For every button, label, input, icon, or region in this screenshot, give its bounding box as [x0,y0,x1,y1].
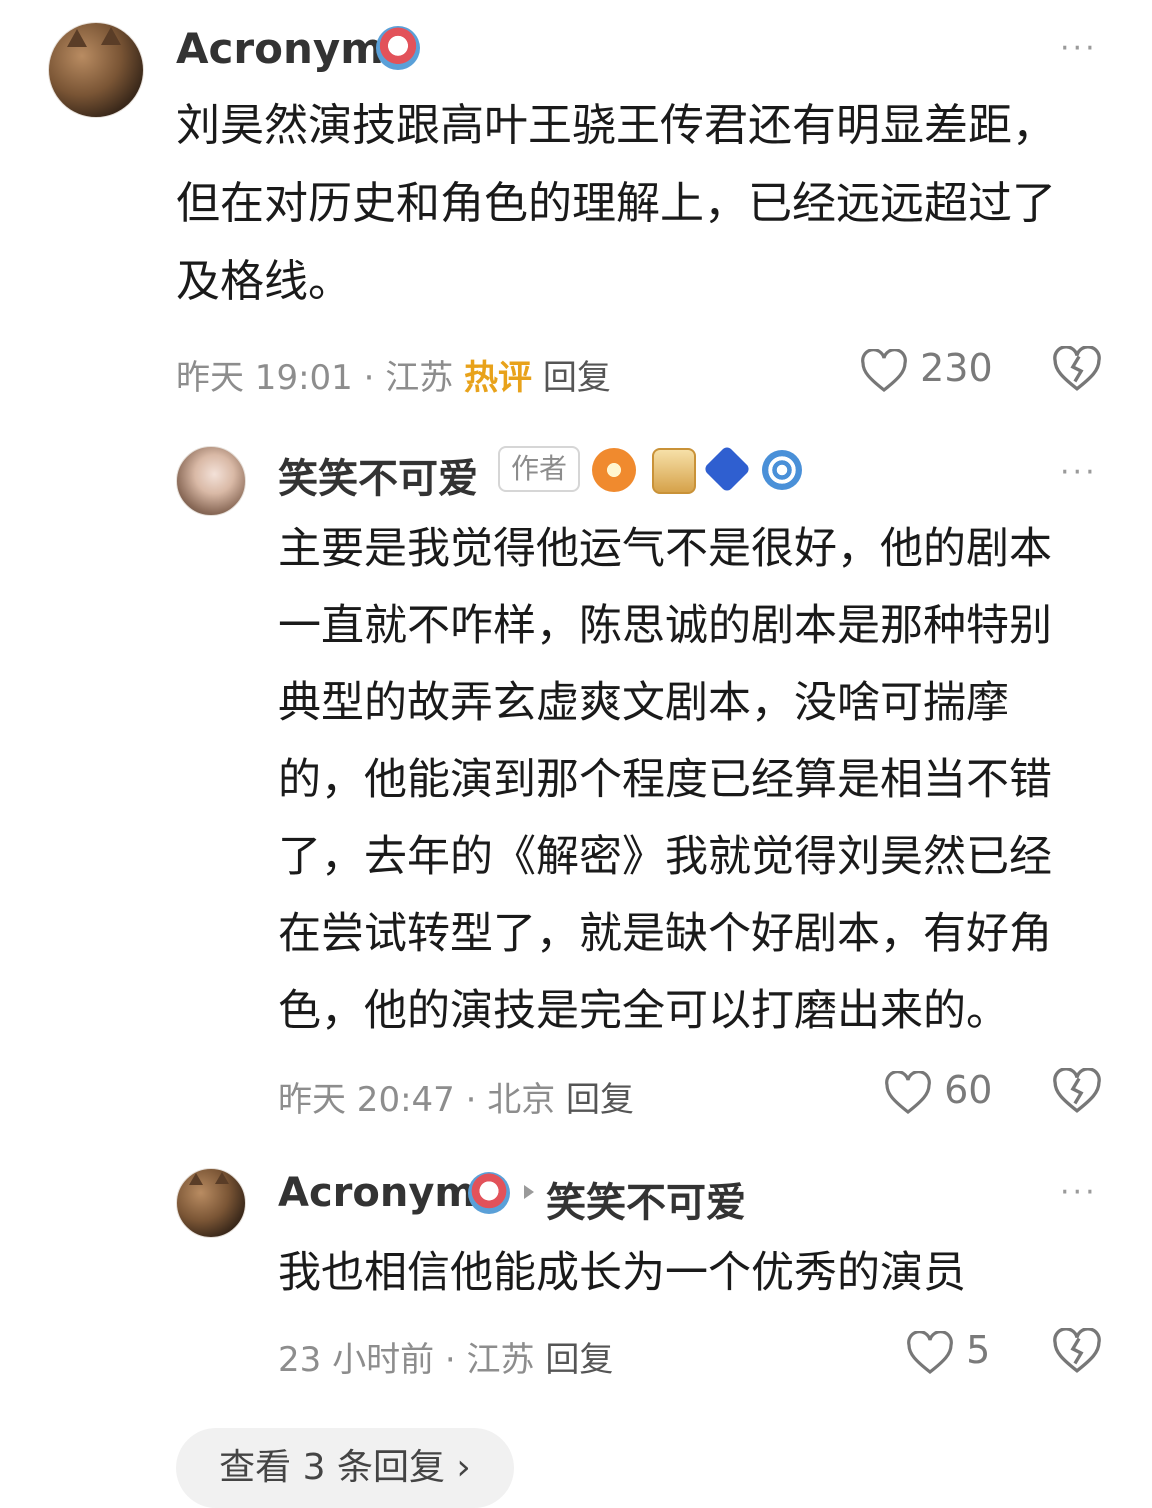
reply-meta: 昨天 20:47 · 北京 回复 [278,1072,634,1121]
reply-button[interactable]: 回复 [543,358,611,398]
avatar[interactable] [176,1168,246,1238]
avatar[interactable] [176,446,246,516]
crown-badge-icon [652,448,696,494]
reply-location: 江苏 [466,1340,535,1380]
reply-author-name[interactable]: Acronym [278,1170,476,1216]
member-badge-icon [376,26,420,70]
content-line: 主要是我觉得他运气不是很好，他的剧本 [278,524,1052,574]
separator: · [444,1340,456,1380]
reply-meta: 23 小时前 · 江苏 回复 [278,1332,613,1381]
separator: · [465,1080,477,1120]
view-more-replies-button[interactable]: 查看 3 条回复 › [176,1428,514,1508]
more-options-icon[interactable]: ··· [1060,1178,1098,1208]
reply-location: 北京 [487,1080,556,1120]
separator: · [363,358,375,398]
member-badge-icon [468,1172,510,1214]
more-options-icon[interactable]: ··· [1060,458,1098,488]
content-line: 典型的故弄玄虚爽文剧本，没啥可揣摩 [278,678,1009,728]
comment-time: 昨天 19:01 [176,358,353,398]
like-count: 5 [966,1328,991,1372]
content-line: 了，去年的《解密》我就觉得刘昊然已经 [278,832,1052,882]
heart-icon [907,1329,953,1374]
reply-author-name[interactable]: 笑笑不可爱 [278,446,478,504]
avatar[interactable] [48,22,144,118]
diamond-badge-icon [702,444,752,494]
like-button[interactable]: 60 [884,1068,992,1115]
content-line: 及格线。 [176,256,352,307]
comment-author-name[interactable]: Acronym [176,24,384,73]
like-button[interactable]: 230 [860,346,993,393]
heart-icon [861,347,907,392]
like-button[interactable]: 5 [906,1328,990,1375]
reply-button[interactable]: 回复 [566,1080,634,1120]
reply-time: 昨天 20:47 [278,1080,455,1120]
content-line: 一直就不咋样，陈思诚的剧本是那种特别 [278,601,1052,651]
content-line: 但在对历史和角色的理解上，已经远远超过了 [176,178,1056,229]
reply-button[interactable]: 回复 [545,1340,613,1380]
like-count: 60 [944,1068,993,1112]
hot-comment-badge: 热评 [464,358,533,398]
target-badge-icon [762,450,802,490]
star-badge-icon [592,448,636,492]
dislike-icon[interactable] [1052,1328,1102,1374]
comment-meta: 昨天 19:01 · 江苏 热评 回复 [176,350,611,399]
dislike-icon[interactable] [1052,346,1102,392]
content-line: 在尝试转型了，就是缺个好剧本，有好角 [278,909,1052,959]
content-line: 色，他的演技是完全可以打磨出来的。 [278,986,1009,1036]
reply-time: 23 小时前 [278,1340,435,1380]
heart-icon [885,1069,931,1114]
content-line: 刘昊然演技跟高叶王骁王传君还有明显差距， [176,100,1056,151]
reply-to-name[interactable]: 笑笑不可爱 [546,1170,746,1228]
dislike-icon[interactable] [1052,1068,1102,1114]
reply-arrow-icon [524,1185,534,1199]
author-tag: 作者 [498,446,580,492]
more-options-icon[interactable]: ··· [1060,34,1098,64]
comment-location: 江苏 [385,358,454,398]
content-line: 我也相信他能成长为一个优秀的演员 [278,1248,966,1298]
content-line: 的，他能演到那个程度已经算是相当不错 [278,755,1052,805]
like-count: 230 [920,346,993,390]
